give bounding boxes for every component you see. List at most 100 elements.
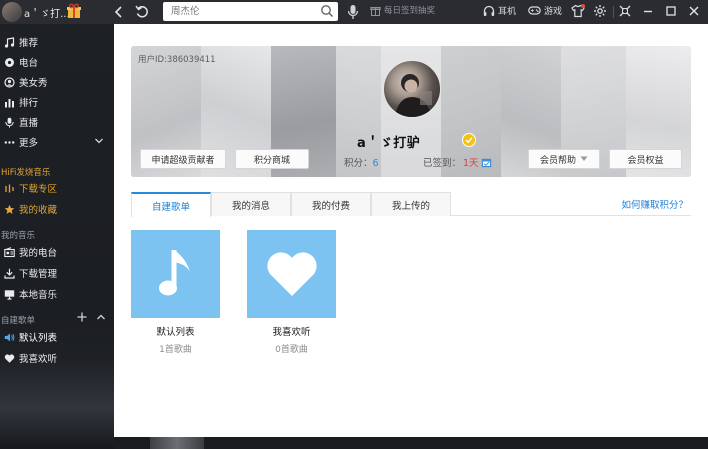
refresh-icon[interactable] [133, 3, 151, 21]
daily-signin-link[interactable]: 每日签到抽奖 [370, 4, 435, 16]
playlist-cover[interactable] [131, 230, 220, 318]
search-input[interactable] [163, 2, 313, 21]
tab-my-playlists[interactable]: 自建歌单 [131, 192, 211, 217]
tab-my-uploads[interactable]: 我上传的 [371, 192, 451, 216]
sidebar-item-label: 本地音乐 [19, 290, 58, 301]
music-note-icon [3, 36, 15, 48]
add-playlist-icon[interactable] [77, 312, 87, 325]
earn-points-link[interactable]: 如何赚取积分？ [621, 197, 688, 211]
playlist-card-i-like[interactable]: 我喜欢听 0首歌曲 [247, 230, 336, 355]
playlist-section-title: 自建歌单 [1, 316, 36, 326]
calendar-icon[interactable] [481, 157, 492, 168]
playlist-section-tools [77, 312, 106, 325]
speaker-icon [3, 331, 15, 343]
points-value: 6 [372, 158, 379, 169]
verified-badge-icon [462, 133, 476, 147]
sidebar-item-ranking[interactable]: 排行 [0, 92, 114, 112]
playlist-song-count: 0首歌曲 [275, 345, 308, 355]
sidebar-item-label: 推荐 [19, 38, 39, 49]
signed-label: 已签到： [423, 158, 462, 169]
apply-contributor-label: 申请超级贡献者 [151, 155, 215, 166]
close-icon[interactable] [686, 3, 702, 19]
sidebar-item-beauty-show[interactable]: 美女秀 [0, 72, 114, 92]
sidebar-item-more[interactable]: 更多 [0, 132, 114, 152]
skin-shirt-icon[interactable] [570, 3, 586, 19]
vip-rights-label: 会员权益 [627, 155, 664, 166]
sidebar-background-image [0, 359, 114, 449]
now-playing-thumbnail[interactable] [150, 437, 204, 449]
playlist-card-default[interactable]: 默认列表 1首歌曲 [131, 230, 220, 355]
sidebar-item-label: 排行 [19, 98, 39, 109]
profile-avatar[interactable] [383, 60, 441, 118]
game-button[interactable]: 游戏 [528, 4, 562, 17]
collapse-chevron-icon[interactable] [96, 312, 106, 325]
sidebar-item-radio[interactable]: 电台 [0, 52, 114, 72]
sidebar-item-label: 我喜欢听 [19, 354, 58, 365]
sidebar-item-live[interactable]: 直播 [0, 112, 114, 132]
sidebar-item-my-favorites[interactable]: 我的收藏 [0, 199, 114, 219]
dropdown-arrow-icon [580, 156, 588, 161]
tab-label: 我上传的 [391, 200, 430, 212]
user-avatar-small[interactable] [2, 2, 22, 22]
apply-contributor-button[interactable]: 申请超级贡献者 [140, 149, 226, 169]
more-icon [3, 136, 15, 148]
search-icon[interactable] [320, 4, 334, 18]
headphone-icon [483, 5, 495, 16]
gift-icon[interactable] [66, 3, 82, 19]
playlist-name[interactable]: 我喜欢听 [247, 324, 336, 338]
tab-my-messages[interactable]: 我的消息 [211, 192, 291, 216]
signin-info: 已签到： 1天 [423, 155, 492, 169]
radio-icon [3, 56, 15, 68]
maximize-icon[interactable] [663, 3, 679, 19]
vip-rights-button[interactable]: 会员权益 [609, 149, 682, 169]
back-icon[interactable] [110, 3, 128, 21]
toolbar-divider [613, 6, 614, 18]
sidebar-item-download-manager[interactable]: 下载管理 [0, 263, 114, 283]
settings-gear-icon[interactable] [592, 3, 608, 19]
download-icon [3, 267, 15, 279]
chevron-down-icon[interactable] [94, 136, 104, 149]
sidebar-item-label: 默认列表 [19, 333, 58, 344]
equalizer-icon [3, 182, 15, 194]
earphone-label: 耳机 [498, 7, 517, 17]
playlist-cover[interactable] [247, 230, 336, 318]
sidebar-item-default-list[interactable]: 默认列表 [0, 327, 114, 347]
sidebar-item-label: 下载专区 [19, 184, 58, 195]
sidebar-item-i-like[interactable]: 我喜欢听 [0, 348, 114, 368]
sidebar-item-recommend[interactable]: 推荐 [0, 32, 114, 52]
chart-icon [3, 96, 15, 108]
search-bar[interactable] [163, 2, 338, 21]
points-mall-button[interactable]: 积分商城 [235, 149, 309, 169]
sidebar-item-label: 下载管理 [19, 269, 58, 280]
game-label: 游戏 [544, 7, 563, 17]
sidebar-item-label: 我的电台 [19, 248, 58, 259]
star-icon [3, 203, 15, 215]
my-music-section-title: 我的音乐 [1, 231, 36, 241]
music-note-icon [158, 250, 190, 296]
earphone-button[interactable]: 耳机 [483, 4, 516, 17]
mini-mode-icon[interactable] [617, 3, 633, 19]
microphone-icon [3, 116, 15, 128]
minimize-icon[interactable] [640, 3, 656, 19]
sidebar-item-download-zone[interactable]: 下载专区 [0, 178, 114, 198]
tab-label: 自建歌单 [151, 201, 190, 213]
sidebar-item-my-radio[interactable]: 我的电台 [0, 242, 114, 262]
hifi-section-title: HiFi发烧音乐 [1, 168, 51, 178]
profile-tabs: 自建歌单 我的消息 我的付费 我上传的 如何赚取积分？ [131, 192, 691, 217]
signin-label: 每日签到抽奖 [384, 6, 436, 16]
signed-days-value: 1天 [463, 158, 479, 169]
vip-help-button[interactable]: 会员帮助 [528, 149, 600, 169]
tab-my-payments[interactable]: 我的付费 [291, 192, 371, 216]
main-panel: 用户ID:386039411 a＇ゞ打驴 积分：6 已签到： 1天 申请超级贡献者… [114, 24, 708, 437]
sidebar-item-local-music[interactable]: 本地音乐 [0, 284, 114, 304]
points-mall-label: 积分商城 [253, 155, 290, 166]
sidebar-item-label: 直播 [19, 118, 39, 129]
heart-icon [266, 252, 317, 296]
beauty-show-icon [3, 76, 15, 88]
tab-label: 我的消息 [231, 200, 270, 212]
microphone-icon[interactable] [347, 4, 359, 23]
playlist-name[interactable]: 默认列表 [131, 324, 220, 338]
points-info: 积分：6 [344, 155, 379, 169]
username[interactable]: a＇ゞ打... [24, 5, 70, 20]
sidebar-item-label: 电台 [19, 58, 39, 69]
